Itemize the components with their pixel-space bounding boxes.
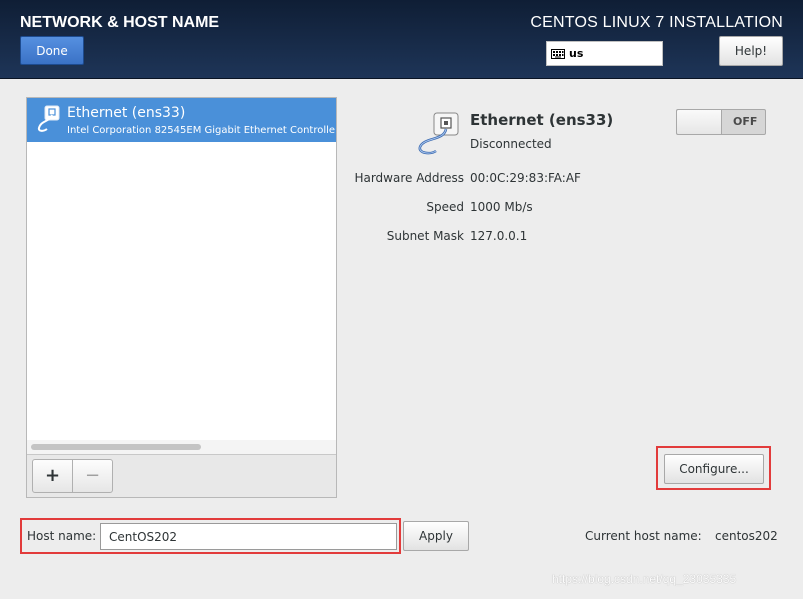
- ethernet-icon: [37, 105, 60, 132]
- horizontal-scrollbar[interactable]: [27, 440, 336, 454]
- apply-hostname-button[interactable]: Apply: [403, 521, 469, 551]
- device-list: Ethernet (ens33) Intel Corporation 82545…: [26, 97, 337, 498]
- watermark-text: https://blog.csdn.net/qq_23035335: [552, 572, 737, 586]
- hostname-input[interactable]: [100, 523, 397, 550]
- subnet-mask-label: Subnet Mask: [386, 229, 464, 243]
- device-detail-name: Ethernet (ens33): [470, 111, 614, 129]
- speed-label: Speed: [426, 200, 464, 214]
- speed-value: 1000 Mb/s: [470, 200, 533, 214]
- done-button[interactable]: Done: [20, 36, 84, 65]
- hardware-address-label: Hardware Address: [354, 171, 464, 185]
- device-description: Intel Corporation 82545EM Gigabit Ethern…: [67, 125, 336, 136]
- keyboard-layout-indicator[interactable]: us: [546, 41, 663, 66]
- list-item-ethernet[interactable]: Ethernet (ens33) Intel Corporation 82545…: [27, 98, 336, 142]
- add-device-button[interactable]: +: [32, 459, 73, 493]
- device-name: Ethernet (ens33): [67, 105, 186, 121]
- hostname-label: Host name:: [27, 529, 97, 543]
- header-bar: NETWORK & HOST NAME Done CENTOS LINUX 7 …: [0, 0, 803, 79]
- subnet-mask-value: 127.0.0.1: [470, 229, 528, 243]
- page-title: NETWORK & HOST NAME: [20, 14, 220, 31]
- connection-status: Disconnected: [470, 137, 552, 151]
- keyboard-icon: [551, 49, 565, 59]
- keyboard-layout-label: us: [569, 47, 584, 60]
- connection-toggle[interactable]: OFF: [676, 109, 766, 135]
- help-button[interactable]: Help!: [719, 36, 783, 66]
- current-hostname-value: centos202: [715, 529, 778, 543]
- device-list-toolbar: + −: [27, 454, 336, 497]
- installer-title: CENTOS LINUX 7 INSTALLATION: [530, 14, 783, 31]
- remove-device-button[interactable]: −: [72, 459, 113, 493]
- configure-button[interactable]: Configure...: [664, 454, 764, 484]
- current-hostname-label: Current host name:: [585, 529, 702, 543]
- scrollbar-thumb[interactable]: [31, 444, 201, 450]
- hardware-address-value: 00:0C:29:83:FA:AF: [470, 171, 581, 185]
- ethernet-icon: [418, 112, 459, 155]
- toggle-state-label: OFF: [733, 115, 758, 128]
- toggle-knob[interactable]: [677, 110, 722, 134]
